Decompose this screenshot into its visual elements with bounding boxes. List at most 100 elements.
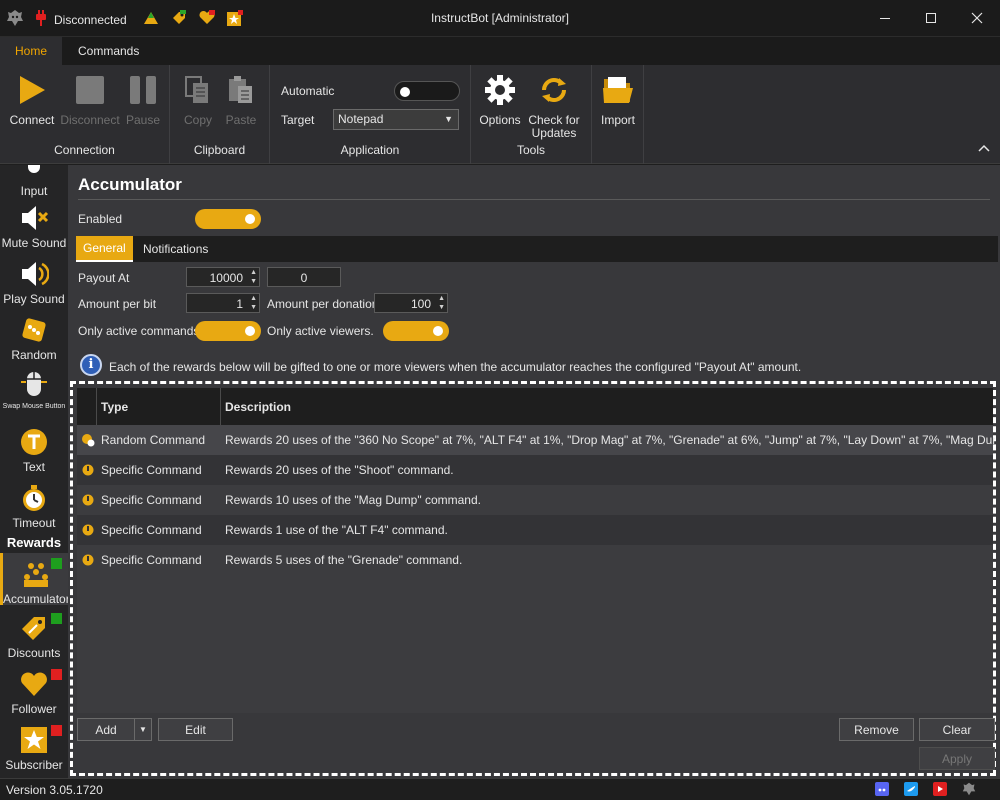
disconnect-button[interactable]: Disconnect [59,73,121,127]
sidebar-item-timeout[interactable]: Timeout [0,483,68,530]
sidebar-item-swap-mouse[interactable]: Swap Mouse Button [0,370,68,411]
status-indicator-green [51,613,62,624]
quick-pyramid-icon[interactable] [142,9,160,27]
paste-icon [224,73,258,107]
rewards-panel: Type Description Random Command Rewards … [70,381,996,776]
enabled-toggle[interactable] [195,209,261,229]
amount-per-bit-stepper[interactable]: 1 ▲ ▼ [186,293,260,313]
table-row[interactable]: Random Command Rewards 20 uses of the "3… [77,425,995,455]
title-divider [78,199,990,200]
connection-group: Connect Disconnect Pause Connection [0,65,170,164]
accumulator-icon [21,559,51,589]
add-button[interactable]: Add [77,718,135,741]
folder-icon [601,73,635,107]
remove-button[interactable]: Remove [839,718,914,741]
sidebar-item-input[interactable]: Input [0,165,68,198]
only-active-viewers-label: Only active viewers. [267,324,374,338]
chevron-down-icon: ▼ [139,725,147,734]
stepper-arrows-icon[interactable]: ▲ ▼ [250,268,257,286]
import-button[interactable]: Import [591,73,645,127]
quick-tag-icon[interactable] [170,9,188,27]
column-header-description[interactable]: Description [221,388,993,425]
quick-star-icon[interactable] [226,9,244,27]
add-dropdown-button[interactable]: ▼ [134,718,152,741]
only-active-viewers-toggle[interactable] [383,321,449,341]
options-button[interactable]: Options [473,73,527,127]
mute-icon [19,203,49,233]
application-group-label: Application [340,143,400,157]
payout-current-field[interactable]: 0 [267,267,341,287]
cell-type: Specific Command [101,493,202,507]
quick-heart-icon[interactable] [198,9,216,27]
close-button[interactable] [954,0,1000,36]
sidebar-item-subscriber[interactable]: Subscriber [0,725,68,772]
target-select[interactable]: Notepad ▼ [333,109,459,130]
automatic-toggle[interactable] [394,81,460,101]
ribbon: Connect Disconnect Pause Connection Copy… [0,65,1000,164]
cell-description: Rewards 20 uses of the "360 No Scope" at… [225,433,995,447]
dice-icon [19,315,49,345]
sidebar-item-discounts[interactable]: Discounts [0,613,68,660]
sidebar-item-accumulator[interactable]: Accumulator [0,553,68,606]
page-title: Accumulator [78,175,182,194]
title-bar: Disconnected InstructBot [Administrator] [0,0,1000,37]
twitter-icon[interactable] [904,782,918,796]
check-updates-button[interactable]: Check for Updates [526,73,582,140]
sidebar-item-mute-sound[interactable]: Mute Sound [0,203,68,250]
cell-description: Rewards 10 uses of the "Mag Dump" comman… [225,493,481,507]
clipboard-group: Copy Paste Clipboard [170,65,270,164]
tab-general[interactable]: General [76,236,133,262]
connect-button[interactable]: Connect [5,73,59,127]
sidebar-item-random[interactable]: Random [0,315,68,362]
specific-command-icon [81,523,95,537]
connection-status: Disconnected [34,10,127,29]
plug-icon [34,10,48,29]
table-row[interactable]: Specific Command Rewards 1 use of the "A… [77,515,993,545]
sidebar-item-play-sound[interactable]: Play Sound [0,259,68,306]
discord-icon[interactable] [875,782,889,796]
sidebar-item-follower[interactable]: Follower [0,669,68,716]
tools-group-label: Tools [516,143,545,157]
app-logo-icon[interactable] [962,782,976,796]
play-icon [15,73,49,107]
maximize-button[interactable] [908,0,954,36]
amount-per-donation-label: Amount per donation [267,297,379,311]
refresh-icon [537,73,571,107]
cell-type: Specific Command [101,523,202,537]
tab-notifications[interactable]: Notifications [136,236,215,262]
status-indicator-red [51,725,62,736]
clipboard-group-label: Clipboard [193,143,246,157]
stepper-arrows-icon[interactable]: ▲ ▼ [250,294,257,312]
paste-button[interactable]: Paste [214,73,268,127]
minimize-button[interactable] [862,0,908,36]
specific-command-icon [81,493,95,507]
edit-button[interactable]: Edit [158,718,233,741]
version-text: Version 3.05.1720 [6,783,103,797]
main-content: Accumulator Enabled General Notification… [68,165,1000,778]
sidebar-rewards-header: Rewards [6,535,62,550]
gear-icon [483,73,517,107]
ribbon-collapse-icon[interactable] [978,141,990,155]
tab-commands[interactable]: Commands [62,37,155,65]
enabled-label: Enabled [78,212,123,226]
clear-button[interactable]: Clear [919,718,995,741]
youtube-icon[interactable] [933,782,947,796]
table-row[interactable]: Specific Command Rewards 5 uses of the "… [77,545,993,575]
tab-home[interactable]: Home [0,37,62,65]
discount-tag-icon [19,613,49,643]
grid-header: Type Description [77,388,993,425]
sidebar-item-text[interactable]: Text [0,427,68,474]
swap-mouse-icon [19,370,49,400]
stepper-arrows-icon[interactable]: ▲ ▼ [438,294,445,312]
automatic-label: Automatic [281,84,335,98]
speaker-icon [19,259,50,289]
amount-per-donation-stepper[interactable]: 100 ▲ ▼ [374,293,448,313]
table-row[interactable]: Specific Command Rewards 10 uses of the … [77,485,993,515]
rewards-grid: Type Description Random Command Rewards … [77,388,995,713]
payout-at-stepper[interactable]: 10000 ▲ ▼ [186,267,260,287]
column-header-type[interactable]: Type [97,388,221,425]
only-active-commands-toggle[interactable] [195,321,261,341]
pause-button[interactable]: Pause [116,73,170,127]
apply-button[interactable]: Apply [919,747,995,770]
table-row[interactable]: Specific Command Rewards 20 uses of the … [77,455,993,485]
